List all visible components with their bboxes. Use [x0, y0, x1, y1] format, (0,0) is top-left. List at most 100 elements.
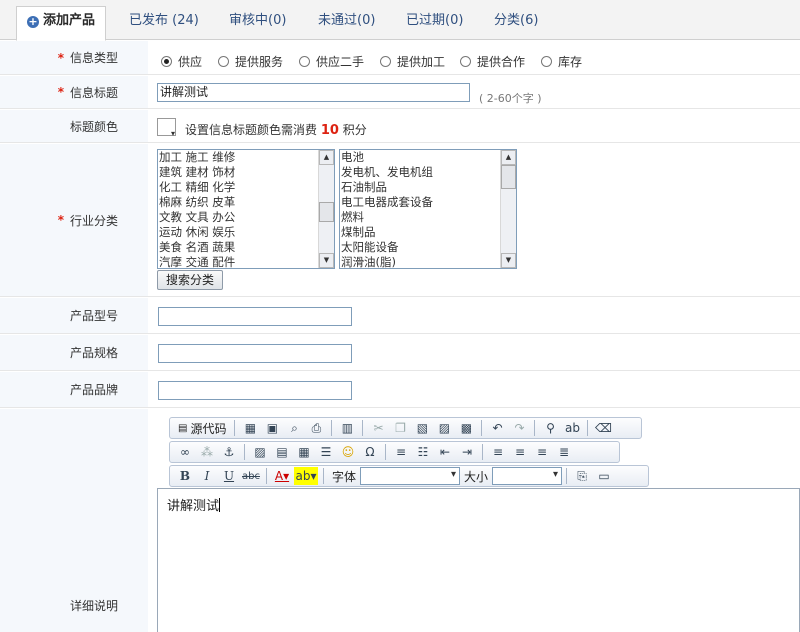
model-label: 产品型号 — [0, 298, 148, 333]
horizontal-rule-icon[interactable]: ☰ — [316, 443, 336, 461]
radio-cooperation[interactable]: 提供合作 — [460, 53, 525, 70]
tab-add-product[interactable]: + 添加产品 — [16, 6, 107, 41]
size-select[interactable] — [492, 467, 563, 485]
table-icon[interactable]: ▦ — [294, 443, 314, 461]
tab-rejected[interactable]: 未通过(0) — [308, 9, 385, 40]
scroll-down-icon[interactable]: ▼ — [501, 253, 516, 268]
paste-text-icon[interactable]: ▨ — [434, 419, 454, 437]
scissors-icon[interactable]: ✂ — [368, 419, 388, 437]
align-center-icon[interactable]: ≡ — [510, 443, 530, 461]
radio-service[interactable]: 提供服务 — [218, 53, 283, 70]
italic-icon[interactable]: I — [197, 467, 217, 485]
scrollbar[interactable]: ▲ ▼ — [500, 150, 516, 268]
bg-color-icon[interactable]: ab▾ — [294, 467, 318, 485]
list-item[interactable]: 煤制品 — [341, 225, 500, 240]
scroll-up-icon[interactable]: ▲ — [319, 150, 334, 165]
font-select[interactable] — [360, 467, 461, 485]
print-icon[interactable]: ⎙ — [306, 419, 326, 437]
list-item[interactable]: 文教 文具 办公 — [159, 210, 318, 225]
redo-icon[interactable]: ↷ — [509, 419, 529, 437]
row-info-type: * 信息类型 供应 提供服务 供应二手 提供加工 提供合作 库存 — [0, 41, 800, 75]
list-item[interactable]: 石油制品 — [341, 180, 500, 195]
templates-icon[interactable]: ▥ — [337, 419, 357, 437]
color-picker[interactable] — [157, 118, 176, 138]
info-type-label: * 信息类型 — [0, 41, 148, 74]
model-input[interactable] — [158, 307, 352, 326]
paste-icon[interactable]: ▧ — [412, 419, 432, 437]
spec-input[interactable] — [158, 344, 352, 363]
list-item[interactable]: 润滑油(脂) — [341, 255, 500, 268]
new-doc-icon[interactable]: ▣ — [262, 419, 282, 437]
list-item[interactable]: 棉麻 纺织 皮革 — [159, 195, 318, 210]
unlink-icon[interactable]: ⁂ — [197, 443, 217, 461]
radio-supply[interactable]: 供应 — [161, 53, 202, 70]
tab-published[interactable]: 已发布 (24) — [119, 9, 209, 40]
scrollbar[interactable]: ▲ ▼ — [318, 150, 334, 268]
paste-word-icon[interactable]: ▩ — [456, 419, 476, 437]
attachment-icon[interactable]: ⎘ — [572, 467, 592, 485]
industry-list-primary[interactable]: 加工 施工 维修 建筑 建材 饰材 化工 精细 化学 棉麻 纺织 皮革 文教 文具 办公… — [157, 149, 335, 269]
maximize-icon[interactable]: ▭ — [594, 467, 614, 485]
binoculars-icon[interactable]: ⚲ — [540, 419, 560, 437]
indent-icon[interactable]: ⇥ — [457, 443, 477, 461]
radio-processing[interactable]: 提供加工 — [380, 53, 445, 70]
unordered-list-icon[interactable]: ☷ — [413, 443, 433, 461]
industry-list-secondary[interactable]: 电池 发电机、发电机组 石油制品 电工电器成套设备 燃料 煤制品 太阳能设备 润滑油(脂) ▲… — [339, 149, 517, 269]
scroll-up-icon[interactable]: ▲ — [501, 150, 516, 165]
size-label: 大小 — [464, 469, 489, 484]
row-info-title: * 信息标题 讲解测试 ( 2-60个字 ) — [0, 76, 800, 109]
list-item[interactable]: 化工 精细 化学 — [159, 180, 318, 195]
search-category-button[interactable]: 搜索分类 — [157, 270, 224, 290]
source-code-button[interactable]: ▤ 源代码 — [175, 419, 229, 437]
info-title-input[interactable]: 讲解测试 — [157, 83, 470, 102]
tab-categories[interactable]: 分类(6) — [484, 9, 548, 40]
row-spec: 产品规格 — [0, 335, 800, 371]
align-justify-icon[interactable]: ≣ — [554, 443, 574, 461]
tab-expired[interactable]: 已过期(0) — [396, 9, 473, 40]
anchor-icon[interactable]: ⚓ — [219, 443, 239, 461]
list-item[interactable]: 美食 名酒 蔬果 — [159, 240, 318, 255]
title-color-note: 设置信息标题颜色需消费 10 积分 — [185, 123, 367, 138]
smiley-icon[interactable]: ☺ — [338, 443, 358, 461]
save-doc-icon[interactable]: ▦ — [240, 419, 260, 437]
brand-input[interactable] — [158, 381, 352, 400]
list-item[interactable]: 太阳能设备 — [341, 240, 500, 255]
editor-content[interactable]: 讲解测试 — [157, 488, 800, 632]
row-model: 产品型号 — [0, 298, 800, 334]
spec-label: 产品规格 — [0, 335, 148, 370]
info-type-options: 供应 提供服务 供应二手 提供加工 提供合作 库存 — [157, 41, 800, 74]
copy-icon[interactable]: ❐ — [390, 419, 410, 437]
text-color-icon[interactable]: A▾ — [272, 467, 292, 485]
strikethrough-icon[interactable]: abc — [241, 467, 261, 485]
list-item[interactable]: 建筑 建材 饰材 — [159, 165, 318, 180]
list-item[interactable]: 燃料 — [341, 210, 500, 225]
special-char-icon[interactable]: Ω — [360, 443, 380, 461]
radio-inventory[interactable]: 库存 — [541, 53, 582, 70]
list-item[interactable]: 汽摩 交通 配件 — [159, 255, 318, 268]
tab-bar: + 添加产品 已发布 (24) 审核中(0) 未通过(0) 已过期(0) 分类(6… — [0, 0, 800, 41]
row-title-color: 标题颜色 设置信息标题颜色需消费 10 积分 — [0, 110, 800, 143]
undo-icon[interactable]: ↶ — [487, 419, 507, 437]
link-icon[interactable]: ∞ — [175, 443, 195, 461]
outdent-icon[interactable]: ⇤ — [435, 443, 455, 461]
list-item[interactable]: 电工电器成套设备 — [341, 195, 500, 210]
ordered-list-icon[interactable]: ≡ — [391, 443, 411, 461]
spellcheck-icon[interactable]: ab — [562, 419, 582, 437]
list-item[interactable]: 发电机、发电机组 — [341, 165, 500, 180]
align-right-icon[interactable]: ≡ — [532, 443, 552, 461]
bold-icon[interactable]: B — [175, 467, 195, 485]
tab-reviewing[interactable]: 审核中(0) — [219, 9, 296, 40]
underline-icon[interactable]: U — [219, 467, 239, 485]
list-item[interactable]: 电池 — [341, 150, 500, 165]
preview-icon[interactable]: ⌕ — [284, 419, 304, 437]
info-title-label: * 信息标题 — [0, 76, 148, 108]
image-icon[interactable]: ▨ — [250, 443, 270, 461]
align-left-icon[interactable]: ≡ — [488, 443, 508, 461]
scroll-down-icon[interactable]: ▼ — [319, 253, 334, 268]
list-item[interactable]: 加工 施工 维修 — [159, 150, 318, 165]
radio-second-hand[interactable]: 供应二手 — [299, 53, 364, 70]
list-item[interactable]: 运动 休闲 娱乐 — [159, 225, 318, 240]
info-title-hint: ( 2-60个字 ) — [479, 92, 542, 105]
flash-icon[interactable]: ▤ — [272, 443, 292, 461]
eraser-icon[interactable]: ⌫ — [593, 419, 613, 437]
